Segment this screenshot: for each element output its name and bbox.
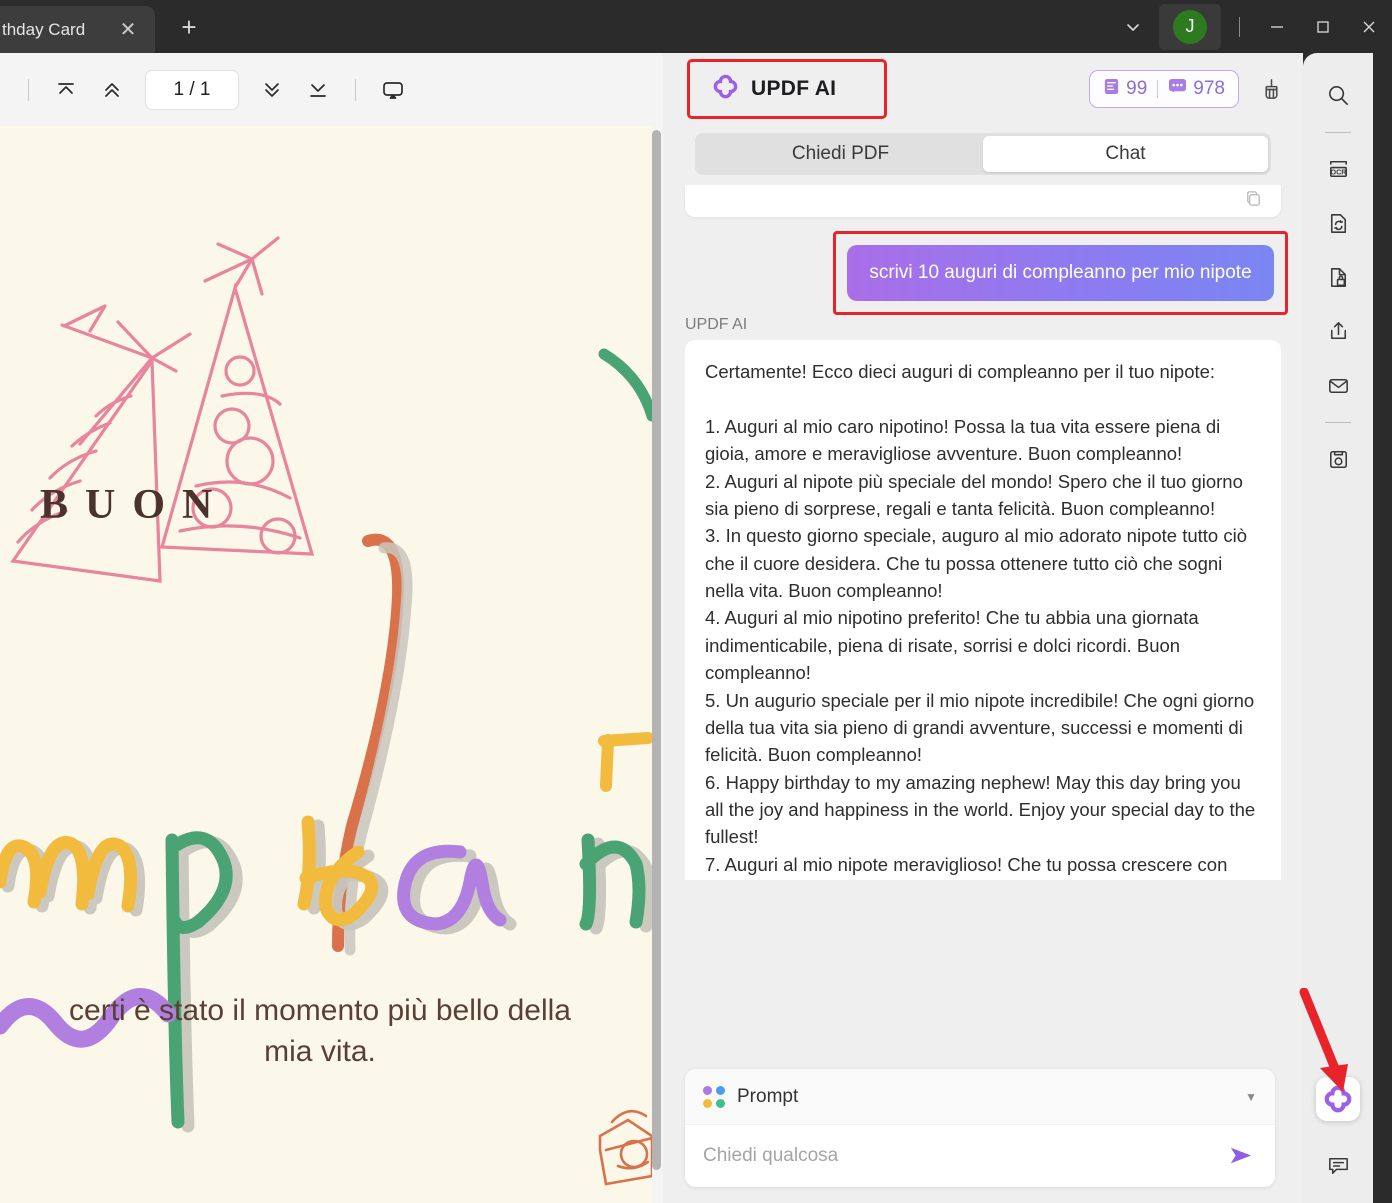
divider <box>1157 80 1159 98</box>
search-icon[interactable] <box>1314 71 1362 119</box>
divider <box>1239 16 1240 37</box>
divider <box>355 78 356 101</box>
jump-to-first-page-icon[interactable] <box>43 67 89 113</box>
user-message-bubble[interactable]: scrivi 10 auguri di compleanno per mio n… <box>847 245 1274 301</box>
document-tab[interactable]: thday Card ✕ <box>0 6 155 53</box>
red-arrow-annotation <box>1299 988 1348 1092</box>
document-tab-title: thday Card <box>2 19 86 39</box>
next-page-icon[interactable] <box>249 67 295 113</box>
previous-message-card[interactable] <box>685 185 1281 217</box>
maximize-icon[interactable] <box>1300 0 1346 53</box>
chat-token-count: 978 <box>1193 78 1225 99</box>
user-message-highlight: scrivi 10 auguri di compleanno per mio n… <box>833 231 1288 315</box>
assistant-message-text: Certamente! Ecco dieci auguri di complea… <box>705 361 1256 875</box>
tab-chat[interactable]: Chat <box>983 136 1268 172</box>
caret-down-icon[interactable]: ▼ <box>1245 1090 1257 1104</box>
updf-ai-brand[interactable]: UPDF AI <box>687 59 888 119</box>
minimize-icon[interactable] <box>1254 0 1300 53</box>
prompt-input-row <box>685 1125 1275 1186</box>
updf-ai-title: UPDF AI <box>751 77 837 100</box>
card-body-line-2: mia vita. <box>264 1034 376 1068</box>
page-indicator[interactable]: 1 / 1 <box>145 69 239 110</box>
pdf-vertical-scrollbar[interactable] <box>652 130 661 1170</box>
presentation-mode-icon[interactable] <box>370 67 416 113</box>
avatar[interactable]: J <box>1159 3 1221 50</box>
email-icon[interactable] <box>1314 361 1362 409</box>
conversation-scroll-area[interactable]: scrivi 10 auguri di compleanno per mio n… <box>663 185 1303 1090</box>
broom-clear-icon[interactable] <box>1251 69 1291 109</box>
pdf-viewer-pane[interactable]: BUON certi è stato il momento più bello … <box>0 126 663 1203</box>
comment-icon[interactable] <box>1314 1141 1362 1189</box>
convert-document-icon[interactable] <box>1314 199 1362 247</box>
avatar-initial: J <box>1173 9 1207 44</box>
share-icon[interactable] <box>1314 307 1362 355</box>
chevron-down-icon[interactable] <box>1111 5 1155 49</box>
copy-icon[interactable] <box>1244 189 1263 213</box>
prompt-selector[interactable]: Prompt ▼ <box>685 1069 1275 1125</box>
divider <box>1325 422 1351 423</box>
prompt-selector-label: Prompt <box>737 1085 799 1107</box>
save-icon[interactable] <box>1314 435 1362 483</box>
card-heading: BUON <box>40 482 230 528</box>
window-controls: J <box>1111 0 1392 53</box>
pdf-page: BUON certi è stato il momento più bello … <box>0 126 652 1203</box>
chat-token-group: 978 <box>1168 78 1225 100</box>
document-token-count: 99 <box>1126 78 1148 99</box>
ai-panel-header: UPDF AI 99 978 <box>663 53 1303 125</box>
four-dots-prompt-icon <box>703 1085 725 1108</box>
updf-application-window: thday Card ✕ + J 1 / 1 BUON certi è stat… <box>0 0 1392 1203</box>
assistant-message-card[interactable]: Certamente! Ecco dieci auguri di complea… <box>685 340 1281 880</box>
updf-ai-panel: UPDF AI 99 978 Chiedi PDF Chat scrivi 10… <box>663 53 1303 1203</box>
document-token-icon <box>1103 78 1120 100</box>
divider <box>1325 132 1351 133</box>
prompt-input[interactable] <box>703 1144 1223 1167</box>
ai-mode-tabs: Chiedi PDF Chat <box>695 133 1271 175</box>
updf-clover-logo-icon <box>712 73 739 105</box>
token-balance-pill[interactable]: 99 978 <box>1089 70 1239 108</box>
window-title-bar: thday Card ✕ + J <box>0 0 1392 53</box>
tab-chiedi-pdf[interactable]: Chiedi PDF <box>698 136 983 172</box>
card-body-text: certi è stato il momento più bello della… <box>0 991 640 1072</box>
divider <box>28 78 29 101</box>
jump-to-last-page-icon[interactable] <box>295 67 341 113</box>
ocr-icon[interactable]: OCR <box>1314 145 1362 193</box>
card-body-line-1: certi è stato il momento più bello della <box>69 994 571 1027</box>
prompt-composer: Prompt ▼ <box>685 1069 1275 1187</box>
previous-page-icon[interactable] <box>89 67 135 113</box>
assistant-label: UPDF AI <box>685 316 748 333</box>
send-icon[interactable] <box>1223 1139 1257 1173</box>
svg-text:OCR: OCR <box>1330 167 1347 176</box>
chat-token-icon <box>1168 78 1187 100</box>
plus-icon[interactable]: + <box>172 10 206 44</box>
protect-document-icon[interactable] <box>1314 253 1362 301</box>
window-right-edge <box>1373 53 1392 1203</box>
close-icon[interactable]: ✕ <box>115 17 141 43</box>
document-token-group: 99 <box>1103 78 1147 100</box>
close-icon[interactable] <box>1346 0 1392 53</box>
